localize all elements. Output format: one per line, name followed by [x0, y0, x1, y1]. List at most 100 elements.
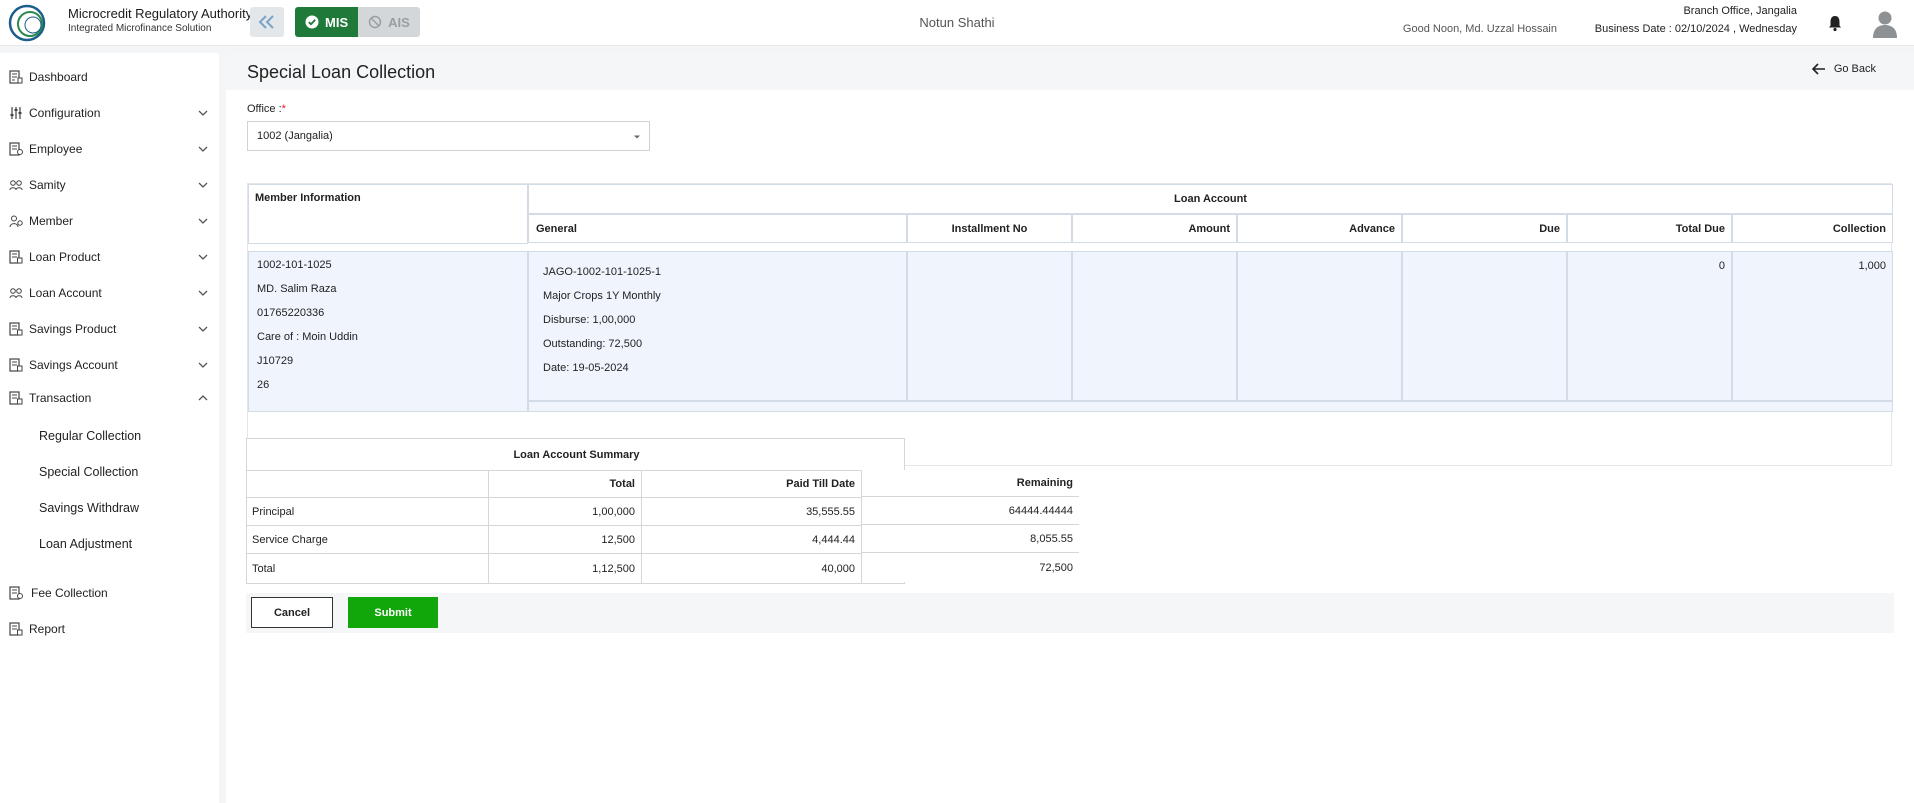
member-ref: J10729 [257, 355, 294, 367]
sidebar-item-configuration[interactable]: Configuration [0, 98, 219, 128]
mode-ais-button[interactable]: AIS [358, 7, 420, 37]
notification-bell-icon[interactable] [1826, 14, 1844, 32]
sidebar-item-fee-collection[interactable]: Fee Collection [0, 578, 219, 608]
member-icon [9, 215, 23, 228]
sidebar: Dashboard Configuration Employee Samity … [0, 53, 219, 803]
sidebar-item-savings-account[interactable]: Savings Account [0, 350, 219, 380]
mode-switch: MIS AIS [295, 7, 420, 37]
org-subtitle: Integrated Microfinance Solution [68, 23, 212, 34]
sidebar-item-label: Fee Collection [31, 586, 108, 600]
col-amount: Amount [1072, 214, 1237, 243]
summary-row-paid: 40,000 [642, 554, 862, 583]
col-due: Due [1402, 214, 1567, 243]
chevron-down-icon [198, 146, 208, 152]
sidebar-item-label: Loan Account [29, 286, 102, 300]
general-cell: JAGO-1002-101-1025-1 Major Crops 1Y Mont… [528, 251, 907, 401]
form-actions: Cancel Submit [246, 593, 1894, 633]
member-info-header: Member Information [248, 184, 528, 244]
sidebar-item-report[interactable]: Report [0, 614, 219, 644]
sidebar-item-label: Transaction [29, 391, 92, 405]
summary-row-total: 1,00,000 [489, 498, 642, 526]
col-general: General [528, 214, 907, 243]
due-cell [1402, 251, 1567, 401]
summary-header-blank [247, 471, 489, 498]
summary-row-total: 1,12,500 [489, 554, 642, 583]
amount-cell [1072, 251, 1237, 401]
member-name: MD. Salim Raza [257, 283, 337, 295]
org-title: Microcredit Regulatory Authority [68, 6, 253, 21]
sidebar-subitem-savings-withdraw[interactable]: Savings Withdraw [39, 496, 139, 520]
top-header: Microcredit Regulatory Authority Integra… [0, 0, 1914, 46]
sidebar-subitem-regular-collection[interactable]: Regular Collection [39, 424, 141, 448]
member-care-of: Care of : Moin Uddin [257, 331, 358, 343]
greeting: Good Noon, Md. Uzzal Hossain [1402, 23, 1557, 35]
sidebar-item-label: Report [29, 622, 66, 636]
member-number: 26 [257, 379, 270, 391]
go-back-label: Go Back [1833, 63, 1876, 75]
summary-col-total: Total [489, 471, 642, 498]
summary-row-remaining: 64444.44444 [861, 497, 1079, 525]
sidebar-item-member[interactable]: Member [0, 206, 219, 236]
loan-account-no: JAGO-1002-101-1025-1 [543, 266, 662, 278]
loan-row-footer [528, 401, 1893, 412]
summary-row-paid: 4,444.44 [642, 526, 862, 554]
chevron-down-icon [198, 254, 208, 260]
mra-logo [8, 4, 46, 42]
sidebar-item-label: Dashboard [29, 70, 88, 84]
transaction-icon [9, 391, 23, 405]
loan-product-icon [9, 250, 23, 264]
sidebar-item-label: Samity [29, 178, 66, 192]
sidebar-item-savings-product[interactable]: Savings Product [0, 314, 219, 344]
summary-row-remaining: 8,055.55 [861, 525, 1079, 553]
sidebar-item-loan-product[interactable]: Loan Product [0, 242, 219, 272]
member-phone: 01765220336 [257, 307, 325, 319]
collapse-sidebar-button[interactable] [250, 7, 284, 37]
office-label: Office :* [247, 103, 286, 115]
sidebar-item-label: Savings Product [29, 322, 117, 336]
dashboard-icon [9, 70, 23, 84]
chevron-down-icon [198, 326, 208, 332]
summary-row-remaining: 72,500 [861, 553, 1079, 582]
page-title: Special Loan Collection [247, 62, 436, 82]
collection-cell[interactable]: 1,000 [1732, 251, 1893, 401]
cancel-button[interactable]: Cancel [251, 597, 333, 628]
page-header: Special Loan Collection Go Back [226, 53, 1914, 90]
go-back-button[interactable]: Go Back [1811, 63, 1876, 75]
loan-account-icon [9, 288, 23, 299]
col-installment-no: Installment No [907, 214, 1072, 243]
member-info-cell: 1002-101-1025 MD. Salim Raza 01765220336… [248, 251, 528, 412]
summary-col-paid: Paid Till Date [642, 471, 862, 498]
sidebar-item-label: Member [29, 214, 74, 228]
required-mark: * [281, 103, 286, 115]
office-select[interactable]: 1002 (Jangalia) [247, 121, 650, 151]
mode-mis-button[interactable]: MIS [295, 7, 359, 37]
loan-outstanding: Outstanding: 72,500 [543, 338, 643, 350]
submit-button[interactable]: Submit [348, 597, 438, 628]
chevron-down-icon [198, 218, 208, 224]
chevron-down-icon [198, 362, 208, 368]
loan-collection-grid: Member Information Loan Account General … [247, 183, 1893, 466]
block-icon [368, 15, 382, 29]
report-icon [9, 622, 23, 636]
savings-account-icon [9, 358, 23, 372]
user-avatar-icon[interactable] [1870, 8, 1900, 38]
caret-down-icon [634, 135, 640, 139]
sidebar-subitem-special-collection[interactable]: Special Collection [39, 460, 138, 484]
sidebar-item-employee[interactable]: Employee [0, 134, 219, 164]
chevron-down-icon [198, 290, 208, 296]
sidebar-item-transaction[interactable]: Transaction [0, 383, 219, 413]
sidebar-item-dashboard[interactable]: Dashboard [0, 62, 219, 92]
savings-product-icon [9, 322, 23, 336]
office-label-text: Office : [247, 103, 282, 115]
mode-ais-label: AIS [388, 14, 410, 30]
col-advance: Advance [1237, 214, 1402, 243]
summary-row-label: Principal [247, 498, 489, 526]
loan-disburse: Disburse: 1,00,000 [543, 314, 636, 326]
loan-account-header: Loan Account [528, 184, 1893, 214]
loan-account-summary: Loan Account Summary Total Paid Till Dat… [246, 438, 906, 584]
sidebar-subitem-loan-adjustment[interactable]: Loan Adjustment [39, 532, 132, 556]
check-circle-icon [305, 15, 319, 29]
sidebar-item-samity[interactable]: Samity [0, 170, 219, 200]
arrow-left-icon [1811, 63, 1825, 75]
sidebar-item-loan-account[interactable]: Loan Account [0, 278, 219, 308]
